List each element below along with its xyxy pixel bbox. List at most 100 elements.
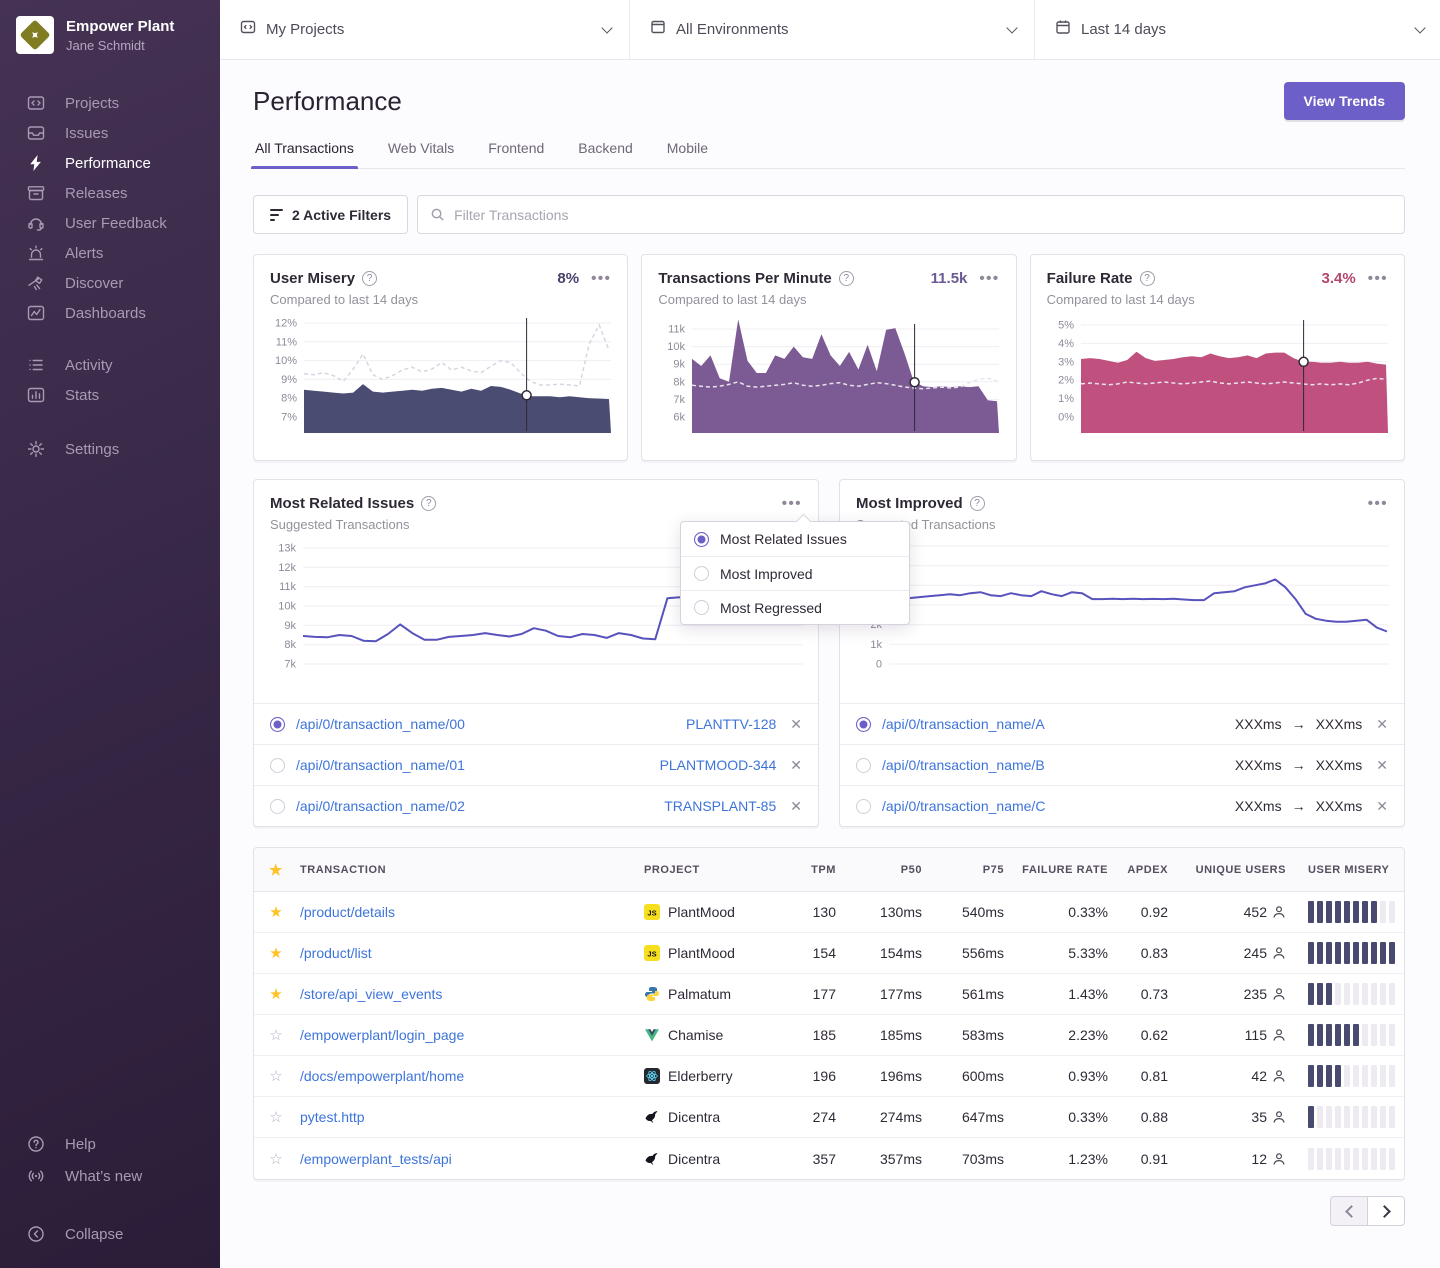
sidebar-item-releases[interactable]: Releases	[0, 178, 220, 208]
card-title: Failure Rate	[1047, 270, 1133, 287]
issue-link[interactable]: PLANTTV-128	[686, 716, 776, 732]
close-icon[interactable]: ✕	[786, 798, 802, 815]
star-toggle[interactable]: ☆	[269, 1151, 282, 1168]
close-icon[interactable]: ✕	[1372, 798, 1388, 815]
star-toggle[interactable]: ★	[269, 945, 282, 962]
card-value: 3.4%	[1322, 270, 1356, 287]
close-icon[interactable]: ✕	[1372, 716, 1388, 733]
star-toggle[interactable]: ★	[269, 904, 282, 921]
chevron-down-icon	[1006, 22, 1017, 33]
transaction-link[interactable]: /docs/empowerplant/home	[300, 1068, 464, 1084]
org-switcher[interactable]: Empower Plant Jane Schmidt	[0, 0, 220, 64]
view-trends-button[interactable]: View Trends	[1284, 82, 1405, 120]
previous-page-button[interactable]	[1330, 1196, 1368, 1226]
issue-link[interactable]: PLANTMOOD-344	[660, 757, 777, 773]
transaction-link[interactable]: /api/0/transaction_name/A	[882, 716, 1045, 732]
row-radio[interactable]	[856, 717, 871, 732]
menu-option[interactable]: Most Related Issues	[681, 522, 909, 556]
tab-backend[interactable]: Backend	[576, 140, 634, 168]
row-radio[interactable]	[856, 799, 871, 814]
most-improved-card: Most Improved ? ••• Suggested Transactio…	[839, 479, 1405, 827]
star-toggle[interactable]: ☆	[269, 1109, 282, 1126]
tab-all-transactions[interactable]: All Transactions	[253, 140, 356, 168]
sidebar-item-activity[interactable]: Activity	[0, 350, 220, 380]
sidebar-item-performance[interactable]: Performance	[0, 148, 220, 178]
menu-option[interactable]: Most Improved	[681, 556, 909, 590]
card-menu-icon[interactable]: •••	[1368, 274, 1388, 284]
sidebar-item-settings[interactable]: Settings	[0, 434, 220, 464]
app-root: Empower Plant Jane Schmidt Projects Issu…	[0, 0, 1440, 1268]
card-menu-icon[interactable]: •••	[782, 499, 802, 509]
project-filter-dropdown[interactable]: My Projects	[220, 0, 630, 59]
col-project: PROJECT	[636, 864, 786, 876]
sidebar-item-discover[interactable]: Discover	[0, 268, 220, 298]
p75-value: 703ms	[930, 1151, 1012, 1167]
help-icon[interactable]: ?	[970, 496, 985, 511]
row-radio[interactable]	[270, 758, 285, 773]
close-icon[interactable]: ✕	[1372, 757, 1388, 774]
help-icon[interactable]: ?	[839, 271, 854, 286]
row-radio[interactable]	[270, 717, 285, 732]
transaction-link[interactable]: /api/0/transaction_name/00	[296, 716, 465, 732]
sidebar-item-dashboards[interactable]: Dashboards	[0, 298, 220, 328]
tpm-value: 130	[786, 904, 844, 920]
star-toggle[interactable]: ☆	[269, 1068, 282, 1085]
transaction-link[interactable]: /api/0/transaction_name/B	[882, 757, 1045, 773]
transaction-link[interactable]: /product/list	[300, 945, 372, 961]
tab-web-vitals[interactable]: Web Vitals	[386, 140, 456, 168]
tab-frontend[interactable]: Frontend	[486, 140, 546, 168]
org-name: Empower Plant	[66, 18, 174, 36]
star-toggle[interactable]: ☆	[269, 1027, 282, 1044]
menu-option[interactable]: Most Regressed	[681, 590, 909, 624]
environment-filter-dropdown[interactable]: All Environments	[630, 0, 1035, 59]
sidebar-item-label: What’s new	[65, 1168, 142, 1185]
close-icon[interactable]: ✕	[786, 716, 802, 733]
transaction-link[interactable]: /product/details	[300, 904, 395, 920]
row-radio[interactable]	[270, 799, 285, 814]
user-icon	[1272, 1028, 1286, 1042]
sidebar-item-help[interactable]: Help	[0, 1128, 220, 1160]
transaction-link[interactable]: /empowerplant_tests/api	[300, 1151, 452, 1167]
user-misery-bars	[1294, 983, 1404, 1005]
help-icon[interactable]: ?	[1140, 271, 1155, 286]
card-menu-icon[interactable]: •••	[1368, 499, 1388, 509]
sidebar-item-whats-new[interactable]: What’s new	[0, 1160, 220, 1192]
sidebar-item-stats[interactable]: Stats	[0, 380, 220, 410]
transaction-link[interactable]: /api/0/transaction_name/01	[296, 757, 465, 773]
sidebar-item-collapse[interactable]: Collapse	[0, 1218, 220, 1250]
sidebar-item-projects[interactable]: Projects	[0, 88, 220, 118]
transaction-link[interactable]: /api/0/transaction_name/C	[882, 798, 1045, 814]
help-icon[interactable]: ?	[421, 496, 436, 511]
issue-link[interactable]: TRANSPLANT-85	[664, 798, 776, 814]
dashboards-icon	[27, 304, 45, 322]
active-filters-button[interactable]: 2 Active Filters	[253, 195, 408, 234]
user-icon	[1272, 987, 1286, 1001]
tpm-chart: 11k10k9k8k7k6k	[658, 315, 999, 433]
svg-text:10k: 10k	[668, 341, 686, 353]
help-icon[interactable]: ?	[362, 271, 377, 286]
card-menu-icon[interactable]: •••	[979, 274, 999, 284]
sidebar-item-feedback[interactable]: User Feedback	[0, 208, 220, 238]
unique-users-value: 42	[1176, 1068, 1294, 1084]
date-range-dropdown[interactable]: Last 14 days	[1035, 0, 1440, 59]
user-misery-bars	[1294, 1106, 1404, 1128]
row-radio[interactable]	[856, 758, 871, 773]
topbar: My Projects All Environments Last 14 day…	[220, 0, 1440, 60]
close-icon[interactable]: ✕	[786, 757, 802, 774]
card-menu-icon[interactable]: •••	[591, 274, 611, 284]
transaction-link[interactable]: /empowerplant/login_page	[300, 1027, 464, 1043]
svg-text:8%: 8%	[281, 393, 297, 405]
next-page-button[interactable]	[1367, 1196, 1405, 1226]
transaction-link[interactable]: /store/api_view_events	[300, 986, 442, 1002]
svg-text:8k: 8k	[284, 639, 296, 651]
transaction-link[interactable]: /api/0/transaction_name/02	[296, 798, 465, 814]
sidebar-item-issues[interactable]: Issues	[0, 118, 220, 148]
search-input[interactable]	[454, 207, 1392, 223]
user-icon	[1272, 905, 1286, 919]
transaction-link[interactable]: pytest.http	[300, 1109, 365, 1125]
improved-row: /api/0/transaction_name/A XXXms→XXXms ✕	[840, 703, 1404, 744]
sidebar-item-alerts[interactable]: Alerts	[0, 238, 220, 268]
star-toggle[interactable]: ★	[269, 986, 282, 1003]
tab-mobile[interactable]: Mobile	[665, 140, 710, 168]
col-transaction: TRANSACTION	[292, 864, 636, 876]
